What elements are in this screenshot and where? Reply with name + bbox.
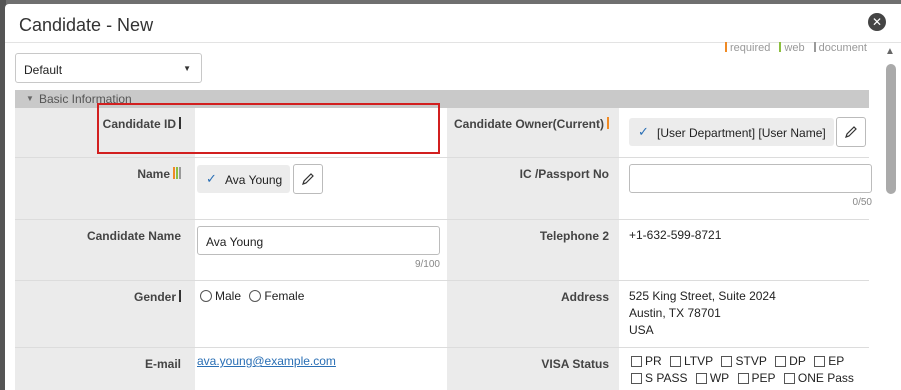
checkbox-icon [670, 356, 682, 367]
checkbox-icon [695, 373, 707, 384]
view-select[interactable]: Default ▼ [15, 53, 202, 83]
form-row: E-mail ava.young@example.com VISA Status… [15, 348, 869, 390]
visa-option-stvp[interactable]: STVP [721, 354, 767, 368]
form-row: Candidate Name Ava Young 9/100 Telephone… [15, 220, 869, 281]
field-legend: required web document [725, 42, 873, 54]
required-marker-icon [607, 117, 609, 129]
email-label: E-mail [15, 348, 195, 390]
visa-option-dp[interactable]: DP [775, 354, 806, 368]
name-chip[interactable]: ✓ Ava Young [197, 165, 291, 193]
edit-name-button[interactable] [293, 164, 323, 194]
document-marker-icon [179, 167, 181, 179]
required-marker-icon [725, 42, 727, 52]
dialog-title: Candidate - New [19, 15, 154, 35]
required-marker-icon [173, 167, 175, 179]
address-label: Address [447, 281, 619, 347]
ic-passport-counter: 0/50 [852, 197, 872, 208]
check-icon: ✓ [638, 124, 649, 139]
gender-option-female[interactable]: Female [249, 289, 304, 303]
name-label: Name [15, 158, 195, 219]
candidate-name-counter: 9/100 [414, 259, 440, 270]
visa-status-label: VISA Status [447, 348, 619, 390]
form-row: Candidate ID Candidate Owner(Current) ✓ … [15, 108, 869, 158]
telephone2-label: Telephone 2 [447, 220, 619, 280]
checkbox-icon [737, 373, 749, 384]
view-select-value: Default [24, 63, 63, 77]
form-row: Name ✓ Ava Young IC /Passport No 0/50 [15, 158, 872, 220]
visa-option-s-pass[interactable]: S PASS [631, 371, 687, 385]
candidate-name-label: Candidate Name [15, 220, 195, 280]
ic-passport-input[interactable] [629, 164, 872, 193]
radio-icon [249, 290, 262, 302]
visa-status-options: PR LTVP STVP DP EP S PASS WP PEP ONE Pas… [631, 353, 871, 387]
visa-option-wp[interactable]: WP [695, 371, 729, 385]
candidate-owner-chip[interactable]: ✓ [User Department] [User Name] [629, 118, 834, 146]
required-marker-icon [179, 117, 181, 129]
required-marker-icon [179, 290, 181, 302]
radio-icon [200, 290, 212, 302]
web-marker-icon [176, 167, 178, 179]
form-row: Gender Male Female Address 525 King Stre… [15, 281, 869, 348]
legend-document: document [818, 42, 867, 54]
web-marker-icon [779, 42, 782, 52]
chevron-down-icon: ▼ [183, 64, 191, 73]
visa-option-pep[interactable]: PEP [737, 371, 776, 385]
check-icon: ✓ [206, 171, 217, 186]
address-value: 525 King Street, Suite 2024 Austin, TX 7… [629, 289, 776, 337]
checkbox-icon [814, 356, 826, 367]
visa-option-ep[interactable]: EP [814, 354, 844, 368]
section-title: Basic Information [39, 92, 132, 106]
candidate-id-label: Candidate ID [15, 108, 195, 157]
candidate-owner-label: Candidate Owner(Current) [447, 108, 619, 157]
checkbox-icon [721, 356, 733, 367]
checkbox-icon [631, 356, 642, 367]
ic-passport-label: IC /Passport No [447, 158, 619, 219]
candidate-id-field[interactable] [196, 108, 446, 158]
basic-info-form: Candidate ID Candidate Owner(Current) ✓ … [15, 108, 872, 390]
email-link[interactable]: ava.young@example.com [197, 354, 336, 368]
scrollbar-thumb[interactable] [886, 64, 896, 194]
pencil-icon [302, 173, 314, 185]
scroll-up-icon[interactable]: ▲ [885, 46, 895, 57]
collapse-arrow-icon: ▼ [26, 94, 34, 103]
checkbox-icon [783, 373, 795, 384]
visa-option-ltvp[interactable]: LTVP [670, 354, 713, 368]
visa-option-pr[interactable]: PR [631, 354, 662, 368]
document-marker-icon [813, 42, 816, 52]
candidate-dialog: Candidate - New ✕ required web document … [5, 4, 901, 390]
gender-label: Gender [15, 281, 195, 347]
candidate-name-input[interactable]: Ava Young [197, 226, 440, 255]
close-icon[interactable]: ✕ [868, 13, 886, 31]
gender-option-male[interactable]: Male [200, 289, 241, 303]
edit-owner-button[interactable] [836, 117, 866, 147]
checkbox-icon [631, 373, 642, 384]
legend-web: web [784, 42, 805, 54]
pencil-icon [845, 126, 857, 138]
telephone2-value: +1-632-599-8721 [629, 228, 722, 242]
legend-required: required [730, 42, 771, 54]
checkbox-icon [775, 356, 787, 367]
visa-option-one-pass[interactable]: ONE Pass [783, 371, 854, 385]
section-basic-information[interactable]: ▼ Basic Information [15, 90, 869, 108]
